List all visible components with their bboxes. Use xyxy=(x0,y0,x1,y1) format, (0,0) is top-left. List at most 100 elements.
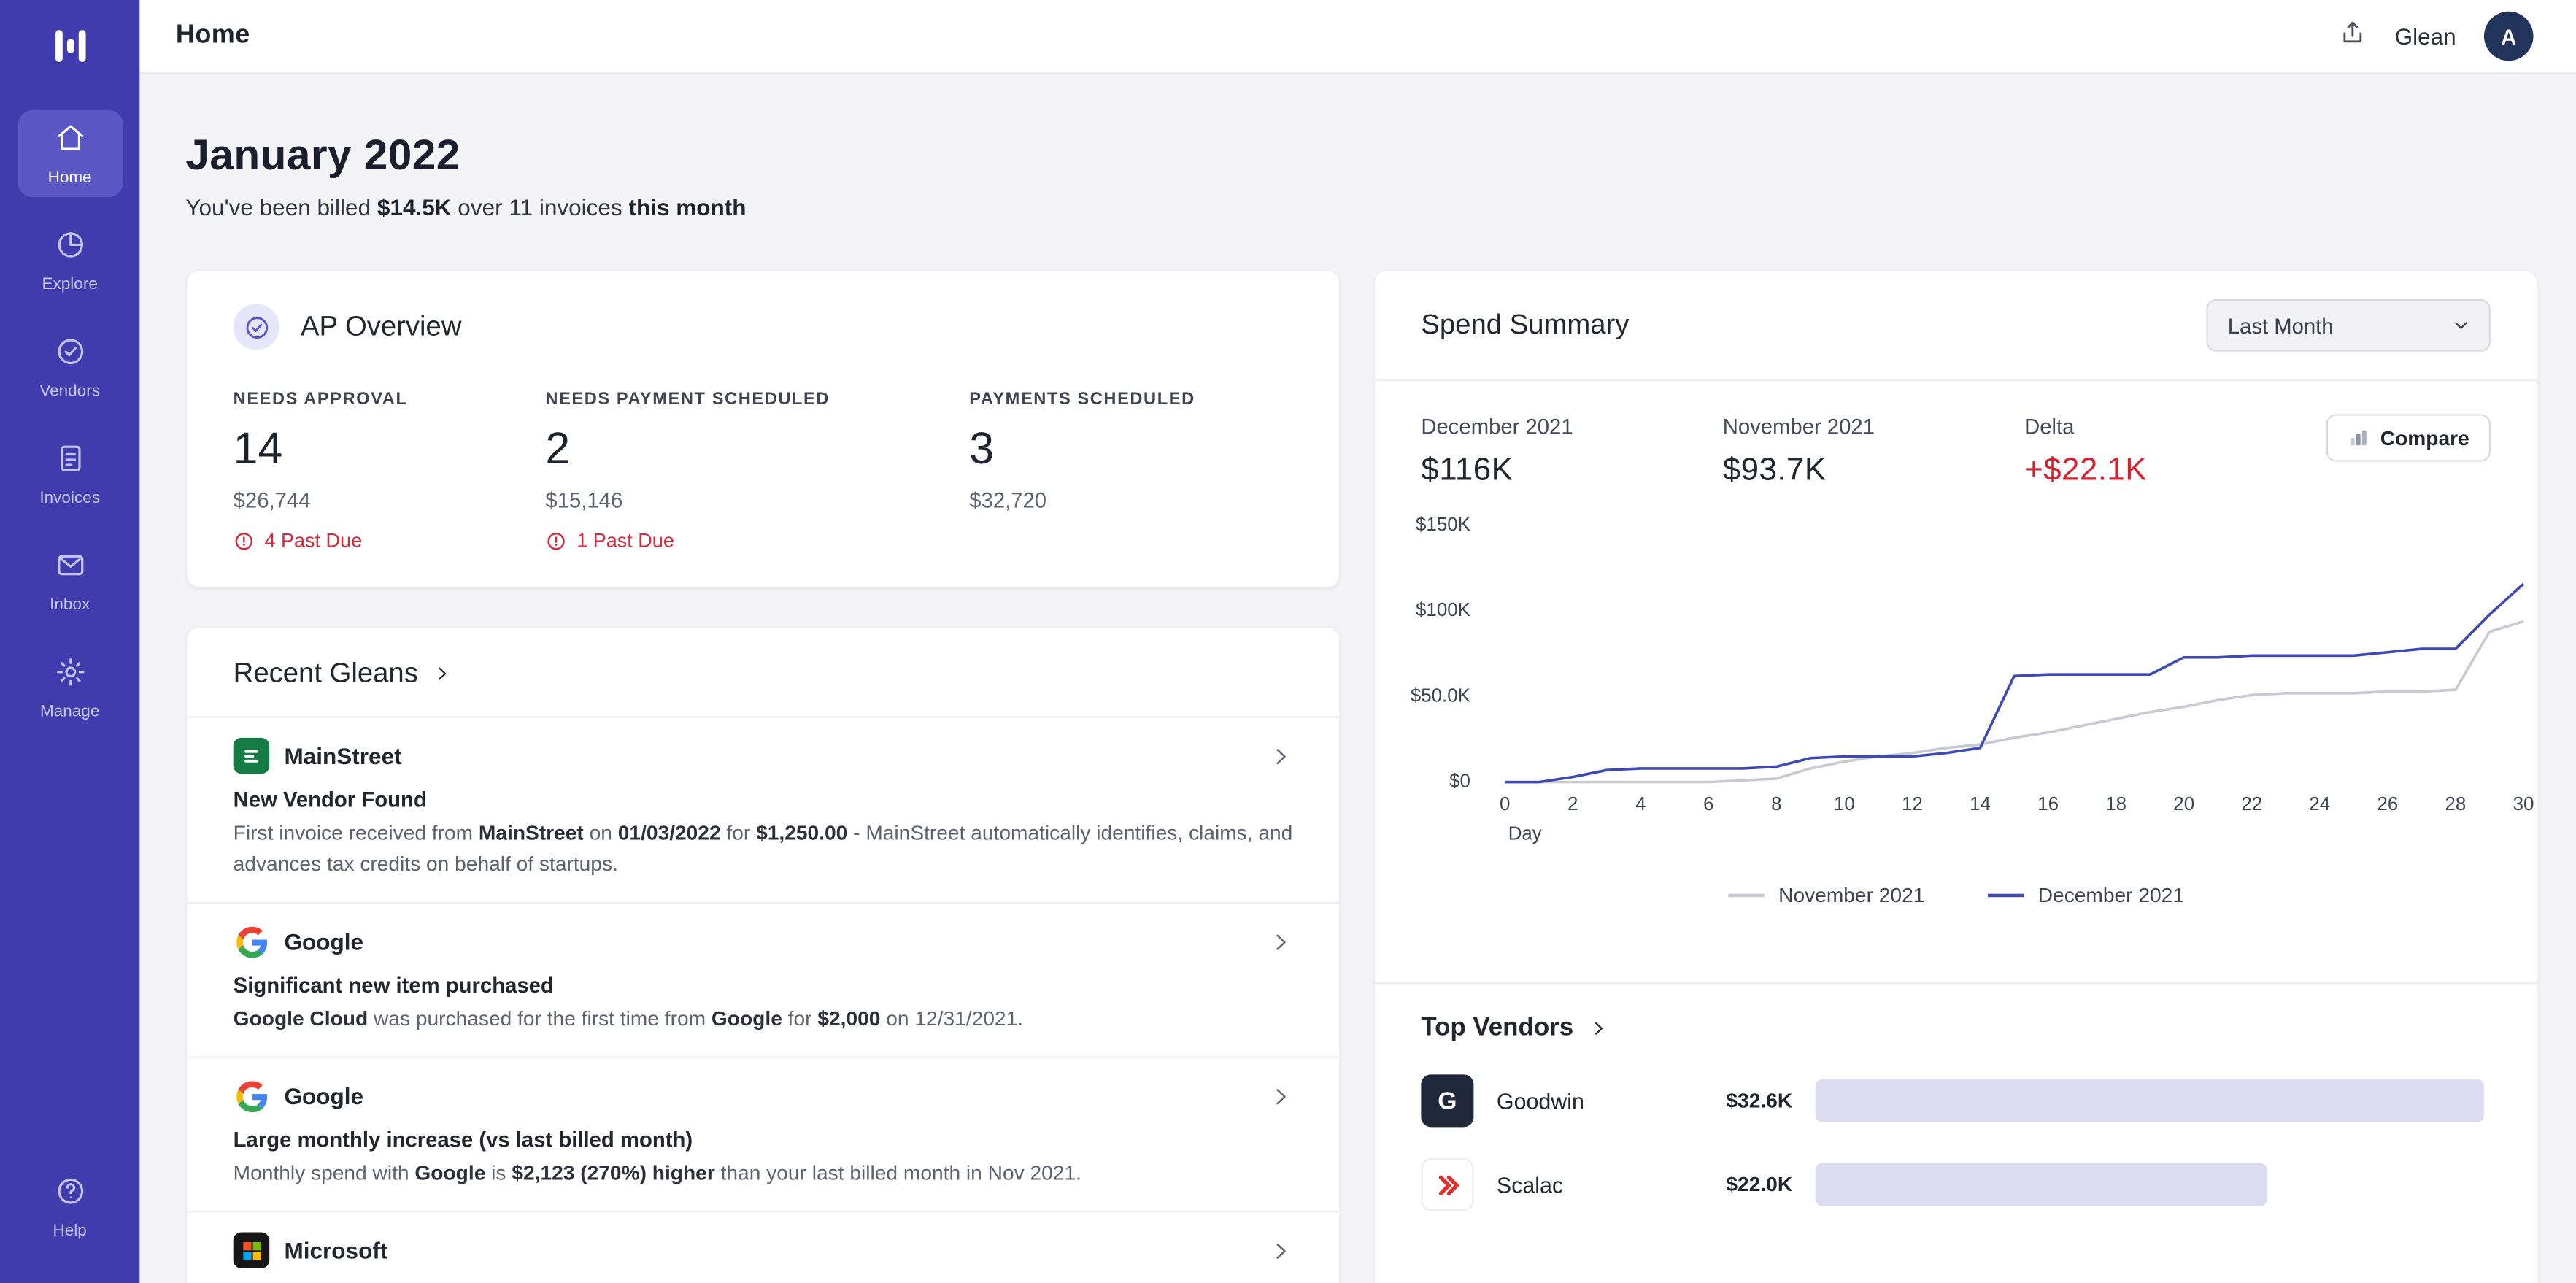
y-tick-label: $50.0K xyxy=(1411,687,1470,706)
chevron-right-icon[interactable] xyxy=(1268,1084,1293,1109)
x-axis-title: Day xyxy=(1508,825,1542,844)
text-segment: $2,000 xyxy=(817,1007,880,1030)
text-segment: for xyxy=(782,1007,818,1030)
text-segment: First invoice received from xyxy=(234,822,479,845)
glean-item-google-increase[interactable]: Google Large monthly increase (vs last b… xyxy=(188,1057,1339,1211)
legend-label: November 2021 xyxy=(1778,884,1924,907)
vendor-row-scalac[interactable]: Scalac $22.0K xyxy=(1375,1158,2537,1211)
november-line-swatch-icon xyxy=(1727,894,1764,898)
stat-needs-approval: NEEDS APPROVAL 14 $26,744 4 Past Due xyxy=(234,390,546,552)
x-tick-label: 6 xyxy=(1689,795,1728,815)
vendors-icon xyxy=(53,335,86,376)
glean-headline: Large monthly increase (vs last billed m… xyxy=(234,1127,1293,1152)
sidebar-item-label: Explore xyxy=(42,276,98,294)
compare-button[interactable]: Compare xyxy=(2326,414,2491,461)
text-segment: Google Cloud xyxy=(234,1007,368,1030)
sidebar-item-help[interactable]: Help xyxy=(18,1163,123,1250)
top-vendors-header-link[interactable]: Top Vendors xyxy=(1375,985,2537,1044)
sidebar-item-label: Help xyxy=(53,1222,86,1241)
recent-gleans-header-link[interactable]: Recent Gleans xyxy=(188,628,1339,717)
past-due-label: 4 Past Due xyxy=(264,529,362,552)
sidebar: Home Explore Vendors Invoices xyxy=(0,0,139,1283)
bar-chart-icon xyxy=(2348,427,2369,448)
text-segment: for xyxy=(721,822,757,845)
sidebar-item-explore[interactable]: Explore xyxy=(18,217,123,304)
export-share-button[interactable] xyxy=(2337,18,2367,55)
november-line xyxy=(1505,621,2523,782)
vendor-row-goodwin[interactable]: G Goodwin $32.6K xyxy=(1375,1074,2537,1127)
legend-item-november: November 2021 xyxy=(1727,884,1924,907)
x-tick-label: 28 xyxy=(2436,795,2475,815)
home-icon xyxy=(53,122,86,163)
google-logo-icon xyxy=(234,1078,270,1114)
y-tick-label: $100K xyxy=(1416,601,1470,621)
chevron-right-icon[interactable] xyxy=(1268,1238,1293,1263)
text-segment: over 11 invoices xyxy=(452,194,629,220)
ap-overview-card: AP Overview NEEDS APPROVAL 14 $26,744 4 … xyxy=(185,269,1341,588)
sidebar-item-inbox[interactable]: Inbox xyxy=(18,537,123,624)
past-due-badge[interactable]: 1 Past Due xyxy=(545,529,969,552)
microsoft-logo-icon xyxy=(234,1232,270,1268)
x-tick-label: 22 xyxy=(2232,795,2272,815)
x-tick-label: 8 xyxy=(1756,795,1796,815)
text-segment: $14.5K xyxy=(377,194,452,220)
legend-label: December 2021 xyxy=(2038,884,2184,907)
text-segment: $2,123 (270%) higher xyxy=(512,1162,714,1185)
chevron-right-icon[interactable] xyxy=(1268,744,1293,768)
vendor-spend-bar xyxy=(1816,1163,2267,1206)
sidebar-item-label: Manage xyxy=(40,704,99,722)
x-tick-label: 20 xyxy=(2164,795,2204,815)
glean-item-microsoft[interactable]: Microsoft xyxy=(188,1211,1339,1283)
brand-name[interactable]: Glean xyxy=(2395,23,2456,50)
glean-item-mainstreet[interactable]: MainStreet New Vendor Found First invoic… xyxy=(188,717,1339,902)
chevron-right-icon xyxy=(433,664,452,684)
text-segment: on xyxy=(584,822,618,845)
sidebar-item-invoices[interactable]: Invoices xyxy=(18,431,123,517)
stat-amount: $26,744 xyxy=(234,488,546,513)
glean-item-google-new-item[interactable]: Google Significant new item purchased Go… xyxy=(188,902,1339,1057)
sidebar-item-home[interactable]: Home xyxy=(18,110,123,197)
stat-label: Delta xyxy=(2024,414,2326,439)
stat-label: NEEDS APPROVAL xyxy=(234,390,546,409)
ap-overview-title: AP Overview xyxy=(301,310,462,343)
glean-logo-icon[interactable] xyxy=(48,25,91,68)
sidebar-item-vendors[interactable]: Vendors xyxy=(18,324,123,411)
explore-icon xyxy=(53,228,86,269)
sidebar-nav: Home Explore Vendors Invoices xyxy=(0,110,139,751)
vendor-name: MainStreet xyxy=(284,743,401,769)
vendor-name: Scalac xyxy=(1497,1172,1648,1197)
text-segment: on 12/31/2021. xyxy=(880,1007,1023,1030)
text-segment: 01/03/2022 xyxy=(618,822,721,845)
sidebar-item-manage[interactable]: Manage xyxy=(18,644,123,731)
spend-summary-title: Spend Summary xyxy=(1421,309,1629,342)
chevron-right-icon xyxy=(1588,1019,1608,1039)
period-select[interactable]: Last Month xyxy=(2206,299,2490,352)
help-icon xyxy=(53,1175,86,1216)
stat-amount: $32,720 xyxy=(969,488,1293,513)
mainstreet-logo-icon xyxy=(234,738,270,774)
stat-amount: $15,146 xyxy=(545,488,969,513)
vendor-spend-bar xyxy=(1816,1079,2484,1122)
compare-label: Compare xyxy=(2380,426,2469,450)
app-window: Home Explore Vendors Invoices xyxy=(0,0,2576,1283)
recent-gleans-title: Recent Gleans xyxy=(234,658,418,690)
text-segment: MainStreet xyxy=(479,822,584,845)
x-tick-label: 16 xyxy=(2029,795,2068,815)
x-tick-label: 18 xyxy=(2097,795,2136,815)
avatar[interactable]: A xyxy=(2484,12,2534,61)
y-tick-label: $150K xyxy=(1416,516,1470,536)
text-segment: $1,250.00 xyxy=(756,822,847,845)
page-title: January 2022 xyxy=(185,130,460,181)
x-tick-label: 30 xyxy=(2504,795,2543,815)
text-segment: this month xyxy=(628,194,746,220)
vendor-amount: $22.0K xyxy=(1648,1173,1792,1196)
topbar: Home Glean A xyxy=(139,0,2576,74)
stat-december: December 2021 $116K xyxy=(1421,414,1722,490)
text-segment: than your last billed month in Nov 2021. xyxy=(715,1162,1081,1185)
past-due-badge[interactable]: 4 Past Due xyxy=(234,529,546,552)
text-segment: Monthly spend with xyxy=(234,1162,415,1185)
glean-description: First invoice received from MainStreet o… xyxy=(234,818,1293,881)
chevron-right-icon[interactable] xyxy=(1268,929,1293,954)
stat-count: 14 xyxy=(234,424,546,475)
scalac-logo-icon xyxy=(1421,1158,1473,1211)
